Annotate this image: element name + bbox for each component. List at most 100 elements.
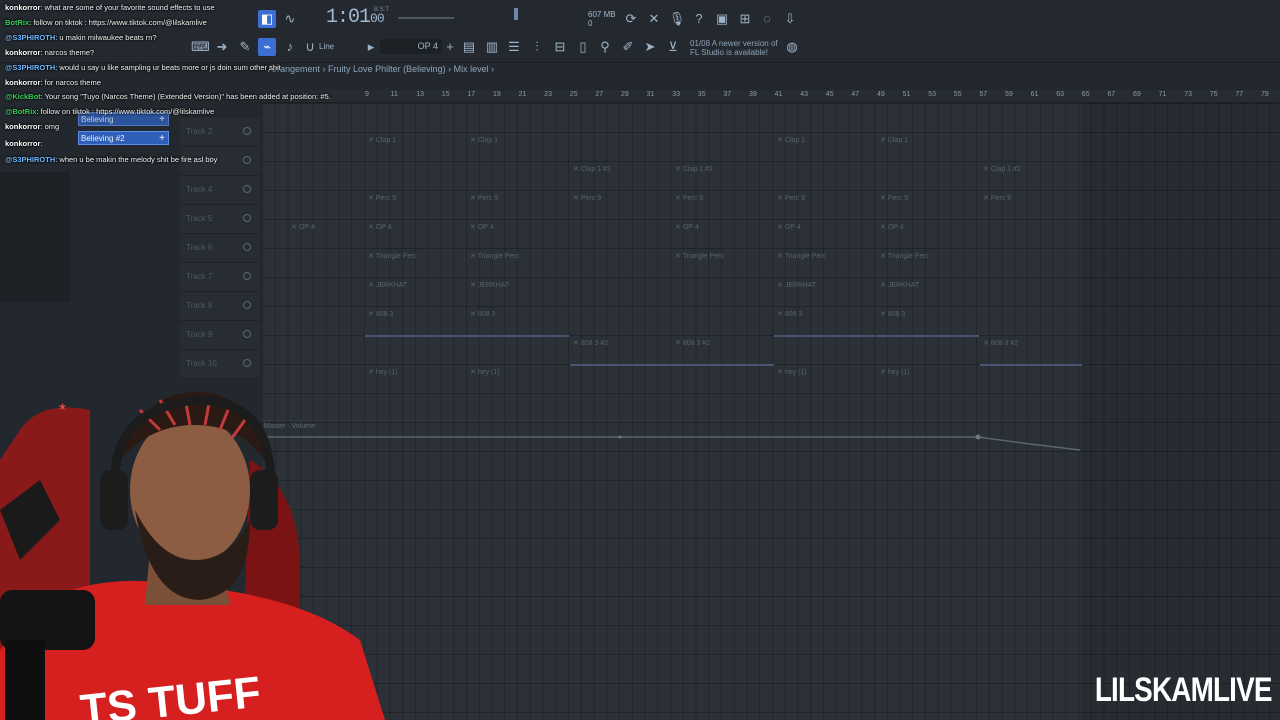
playlist-clip[interactable]: ✕ 808 3 #2 bbox=[980, 337, 1082, 366]
clip-close-icon[interactable]: ✕ bbox=[573, 195, 581, 202]
clip-close-icon[interactable]: ✕ bbox=[470, 137, 478, 144]
playlist-clip[interactable]: ✕ JERKHAT bbox=[467, 279, 569, 306]
playlist-clip[interactable]: ✕ 808 3 bbox=[774, 308, 876, 337]
clip-name: Clap 1 bbox=[477, 137, 499, 144]
clip-close-icon[interactable]: ✕ bbox=[777, 282, 785, 289]
clip-close-icon[interactable]: ✕ bbox=[983, 195, 991, 202]
clip-close-icon[interactable]: ✕ bbox=[880, 224, 888, 231]
playlist-clip[interactable]: ✕ OP 4 bbox=[774, 221, 876, 248]
chat-text: : follow on tiktok : https://www.tiktok.… bbox=[29, 18, 207, 27]
chat-username[interactable]: @S3PHIROTH bbox=[5, 63, 55, 72]
playlist-clip[interactable]: ✕ Perc 9 bbox=[774, 192, 876, 219]
clip-close-icon[interactable]: ✕ bbox=[470, 195, 478, 202]
playlist-clip[interactable]: ✕ Clap 1 #2 bbox=[672, 163, 774, 190]
chat-username[interactable]: @S3PHIROTH bbox=[5, 155, 55, 164]
clip-close-icon[interactable]: ✕ bbox=[880, 253, 888, 260]
clip-close-icon[interactable]: ✕ bbox=[675, 195, 683, 202]
chat-username[interactable]: @S3PHIROTH bbox=[5, 33, 55, 42]
clip-close-icon[interactable]: ✕ bbox=[983, 166, 991, 173]
playlist-clip[interactable]: ✕ Perc 9 bbox=[365, 192, 467, 219]
clip-label: ✕ hey (1) bbox=[880, 368, 910, 376]
clip-name: OP 4 bbox=[887, 224, 904, 231]
playlist-clip[interactable]: ✕ hey (1) bbox=[774, 366, 876, 393]
clip-label: ✕ OP 4 bbox=[880, 223, 904, 231]
clip-close-icon[interactable]: ✕ bbox=[777, 224, 785, 231]
playlist-clip[interactable]: ✕ Perc 9 bbox=[672, 192, 774, 219]
clip-close-icon[interactable]: ✕ bbox=[675, 224, 683, 231]
clip-name: Perc 9 bbox=[477, 195, 499, 202]
playlist-clip[interactable]: ✕ Clap 1 bbox=[467, 134, 569, 161]
playlist-clip[interactable]: ✕ Triangle Perc bbox=[365, 250, 467, 277]
clip-close-icon[interactable]: ✕ bbox=[368, 253, 376, 260]
playlist-clip[interactable]: ✕ Triangle Perc bbox=[672, 250, 774, 277]
playlist-clip[interactable]: ✕ OP 4 bbox=[877, 221, 979, 248]
playlist-clip[interactable]: ✕ hey (1) bbox=[877, 366, 979, 393]
chat-username[interactable]: konkorror bbox=[5, 3, 40, 12]
browser-panel bbox=[0, 172, 70, 302]
clip-close-icon[interactable]: ✕ bbox=[368, 311, 376, 318]
clip-close-icon[interactable]: ✕ bbox=[291, 224, 299, 231]
playlist-clip[interactable]: ✕ Triangle Perc bbox=[774, 250, 876, 277]
playlist-clip[interactable]: ✕ Clap 1 #2 bbox=[570, 163, 672, 190]
chat-username[interactable]: konkorror bbox=[5, 139, 40, 148]
chat-username[interactable]: konkorror bbox=[5, 48, 40, 57]
playlist-clip[interactable]: ✕ Perc 9 bbox=[467, 192, 569, 219]
chat-text: : for narcos theme bbox=[40, 78, 101, 87]
clip-close-icon[interactable]: ✕ bbox=[777, 369, 785, 376]
clip-close-icon[interactable]: ✕ bbox=[880, 282, 888, 289]
playlist-clip[interactable]: ✕ JERKHAT bbox=[365, 279, 467, 306]
clip-close-icon[interactable]: ✕ bbox=[675, 253, 683, 260]
chat-text: : what are some of your favorite sound e… bbox=[40, 3, 215, 12]
clip-close-icon[interactable]: ✕ bbox=[880, 195, 888, 202]
playlist-clip[interactable]: ✕ OP 4 bbox=[467, 221, 569, 248]
clip-close-icon[interactable]: ✕ bbox=[777, 253, 785, 260]
clip-close-icon[interactable]: ✕ bbox=[880, 137, 888, 144]
playlist-clip[interactable]: ✕ Clap 1 bbox=[774, 134, 876, 161]
clip-close-icon[interactable]: ✕ bbox=[368, 224, 376, 231]
chat-username[interactable]: @KickBot bbox=[5, 92, 41, 101]
clip-close-icon[interactable]: ✕ bbox=[880, 369, 888, 376]
playlist-clip[interactable]: ✕ JERKHAT bbox=[774, 279, 876, 306]
clip-close-icon[interactable]: ✕ bbox=[777, 195, 785, 202]
playlist-clip[interactable]: ✕ Perc 9 bbox=[877, 192, 979, 219]
clip-close-icon[interactable]: ✕ bbox=[777, 311, 785, 318]
playlist-clip[interactable]: ✕ Perc 9 bbox=[980, 192, 1082, 219]
clip-close-icon[interactable]: ✕ bbox=[573, 340, 581, 347]
playlist-clip[interactable]: ✕ hey (1) bbox=[467, 366, 569, 393]
chat-username[interactable]: konkorror bbox=[5, 78, 40, 87]
clip-close-icon[interactable]: ✕ bbox=[470, 253, 478, 260]
playlist-clip[interactable]: ✕ 808 3 bbox=[467, 308, 569, 337]
clip-close-icon[interactable]: ✕ bbox=[675, 340, 683, 347]
chat-username[interactable]: BotRix bbox=[5, 18, 29, 27]
clip-close-icon[interactable]: ✕ bbox=[983, 340, 991, 347]
clip-close-icon[interactable]: ✕ bbox=[675, 166, 683, 173]
playlist-clip[interactable]: ✕ Clap 1 bbox=[365, 134, 467, 161]
playlist-clip[interactable]: ✕ Triangle Perc bbox=[467, 250, 569, 277]
clip-name: Perc 9 bbox=[375, 195, 397, 202]
automation-curve[interactable] bbox=[262, 430, 1082, 454]
clip-close-icon[interactable]: ✕ bbox=[573, 166, 581, 173]
clip-label: ✕ Perc 9 bbox=[880, 194, 908, 202]
playlist-clip[interactable]: ✕ JERKHAT bbox=[877, 279, 979, 306]
clip-close-icon[interactable]: ✕ bbox=[777, 137, 785, 144]
playlist-clip[interactable]: ✕ OP 4 bbox=[365, 221, 467, 248]
clip-close-icon[interactable]: ✕ bbox=[470, 369, 478, 376]
chat-username[interactable]: konkorror bbox=[5, 122, 40, 131]
clip-close-icon[interactable]: ✕ bbox=[470, 282, 478, 289]
clip-close-icon[interactable]: ✕ bbox=[880, 311, 888, 318]
playlist-clip[interactable]: ✕ 808 3 #2 bbox=[570, 337, 672, 366]
playlist-clip[interactable]: ✕ Clap 1 #2 bbox=[980, 163, 1082, 190]
playlist-clip[interactable]: ✕ 808 3 bbox=[877, 308, 979, 337]
clip-close-icon[interactable]: ✕ bbox=[368, 282, 376, 289]
clip-close-icon[interactable]: ✕ bbox=[470, 311, 478, 318]
playlist-clip[interactable]: ✕ Triangle Perc bbox=[877, 250, 979, 277]
playlist-clip[interactable]: ✕ Perc 9 bbox=[570, 192, 672, 219]
clip-close-icon[interactable]: ✕ bbox=[368, 195, 376, 202]
chat-username[interactable]: @BotRix bbox=[5, 107, 36, 116]
playlist-clip[interactable]: ✕ OP 4 bbox=[672, 221, 774, 248]
clip-close-icon[interactable]: ✕ bbox=[470, 224, 478, 231]
playlist-clip[interactable]: ✕ Clap 1 bbox=[877, 134, 979, 161]
chat-text: : bbox=[40, 139, 43, 148]
playlist-clip[interactable]: ✕ 808 3 bbox=[365, 308, 467, 337]
playlist-clip[interactable]: ✕ 808 3 #2 bbox=[672, 337, 774, 366]
